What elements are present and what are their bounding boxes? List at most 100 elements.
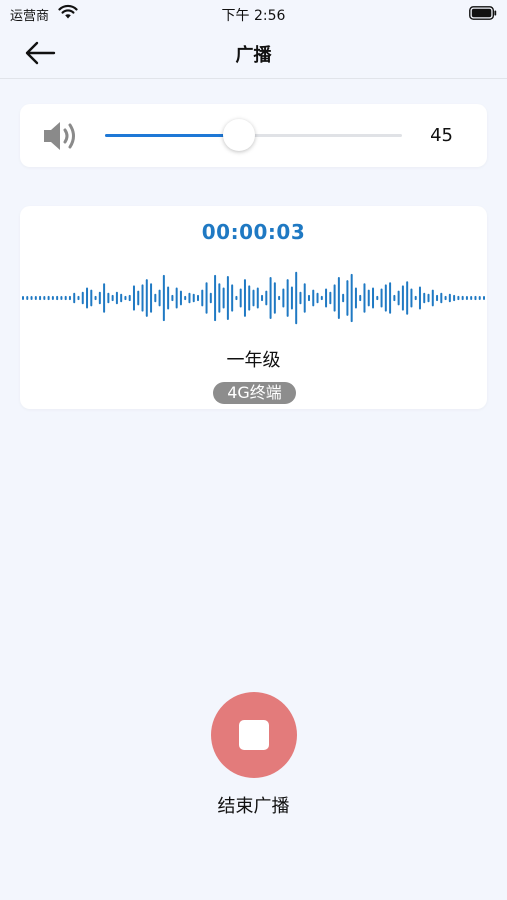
waveform-bar (171, 294, 174, 302)
terminal-badge: 4G终端 (213, 382, 296, 404)
waveform-bar (483, 296, 485, 300)
waveform-bar (137, 290, 140, 306)
waveform-bar (333, 284, 336, 312)
waveform-bar (299, 291, 302, 305)
waveform-bar (107, 292, 110, 304)
waveform-bar (124, 295, 127, 301)
waveform-bar (342, 293, 345, 303)
waveform-bar (401, 285, 404, 311)
waveform-bar (81, 291, 84, 305)
waveform-bar (367, 289, 370, 307)
status-bar: 运营商 下午 2:56 (0, 0, 507, 28)
volume-slider[interactable] (105, 119, 402, 151)
waveform-bar (239, 288, 242, 308)
waveform-bar (47, 295, 50, 301)
waveform-bar (448, 293, 451, 303)
waveform-bar (214, 274, 217, 322)
stop-icon (239, 720, 269, 750)
end-broadcast-label: 结束广播 (217, 796, 290, 817)
waveform-bar (162, 274, 165, 322)
volume-card: 45 (20, 104, 487, 167)
waveform-bar (329, 291, 332, 305)
waveform-bar (158, 289, 161, 307)
waveform-bar (465, 296, 468, 300)
waveform-bar (286, 279, 289, 317)
volume-slider-fill (105, 134, 239, 137)
waveform-bar (418, 286, 421, 310)
waveform-bar (427, 293, 430, 303)
waveform-bar (282, 288, 285, 308)
waveform-bar (235, 295, 238, 301)
waveform-bar (103, 283, 106, 313)
group-name: 一年级 (226, 350, 281, 371)
waveform-bar (261, 294, 264, 302)
waveform-bar (205, 282, 208, 314)
waveform-bar (141, 284, 144, 312)
waveform-bar (431, 289, 434, 307)
waveform-bar (346, 280, 349, 316)
waveform-bar (278, 295, 281, 301)
waveform-bar (406, 281, 409, 315)
waveform-bar (303, 283, 306, 313)
waveform-bar (423, 292, 426, 304)
waveform-bar (179, 290, 182, 306)
waveform-bar (397, 290, 400, 306)
waveform-bar (295, 271, 298, 325)
waveform-bar (209, 292, 212, 304)
waveform-bar (248, 285, 251, 311)
waveform-bar (90, 289, 93, 307)
waveform-bar (192, 293, 195, 303)
waveform-bar (273, 282, 276, 314)
waveform-bar (337, 277, 340, 319)
waveform-bar (478, 296, 481, 300)
waveform-bar (461, 295, 464, 301)
waveform-bar (145, 279, 148, 317)
waveform-bar (175, 287, 178, 309)
waveform-bar (376, 295, 379, 301)
waveform-bar (363, 283, 366, 313)
waveform-bar (320, 295, 323, 301)
waveform-bar (77, 295, 80, 301)
waveform-bar (265, 290, 268, 306)
audio-waveform (22, 271, 485, 325)
waveform-bar (98, 291, 101, 305)
waveform-bar (94, 295, 97, 301)
waveform-bar (393, 294, 396, 302)
waveform-bar (436, 294, 439, 302)
waveform-bar (22, 296, 24, 300)
waveform-bar (350, 273, 353, 323)
nav-bar: 广播 (0, 28, 507, 79)
waveform-bar (312, 289, 315, 307)
waveform-bar (132, 285, 135, 311)
waveform-bar (115, 291, 118, 305)
waveform-bar (43, 296, 46, 300)
waveform-bar (440, 292, 443, 304)
waveform-bar (414, 295, 417, 301)
waveform-bar (39, 295, 42, 301)
speaker-icon (44, 122, 75, 150)
waveform-bar (389, 282, 392, 314)
waveform-bar (86, 287, 89, 309)
waveform-bar (188, 292, 191, 304)
waveform-bar (410, 288, 413, 308)
end-broadcast-button[interactable] (211, 692, 297, 778)
volume-slider-thumb[interactable] (222, 119, 255, 151)
waveform-bar (453, 294, 456, 302)
waveform-bar (444, 295, 447, 301)
waveform-bar (474, 295, 477, 301)
waveform-bar (73, 292, 76, 304)
waveform-bar (68, 295, 71, 301)
waveform-bar (222, 287, 225, 309)
waveform-bar (457, 295, 460, 301)
volume-value: 45 (430, 125, 453, 146)
waveform-bar (197, 294, 200, 302)
waveform-bar (128, 294, 131, 302)
waveform-bar (243, 279, 246, 317)
waveform-bar (120, 293, 123, 303)
waveform-bar (60, 296, 63, 300)
page-title: 广播 (235, 45, 272, 66)
waveform-bar (218, 283, 221, 313)
waveform-bar (30, 296, 33, 300)
waveform-bar (316, 292, 319, 304)
battery-icon (469, 6, 497, 20)
